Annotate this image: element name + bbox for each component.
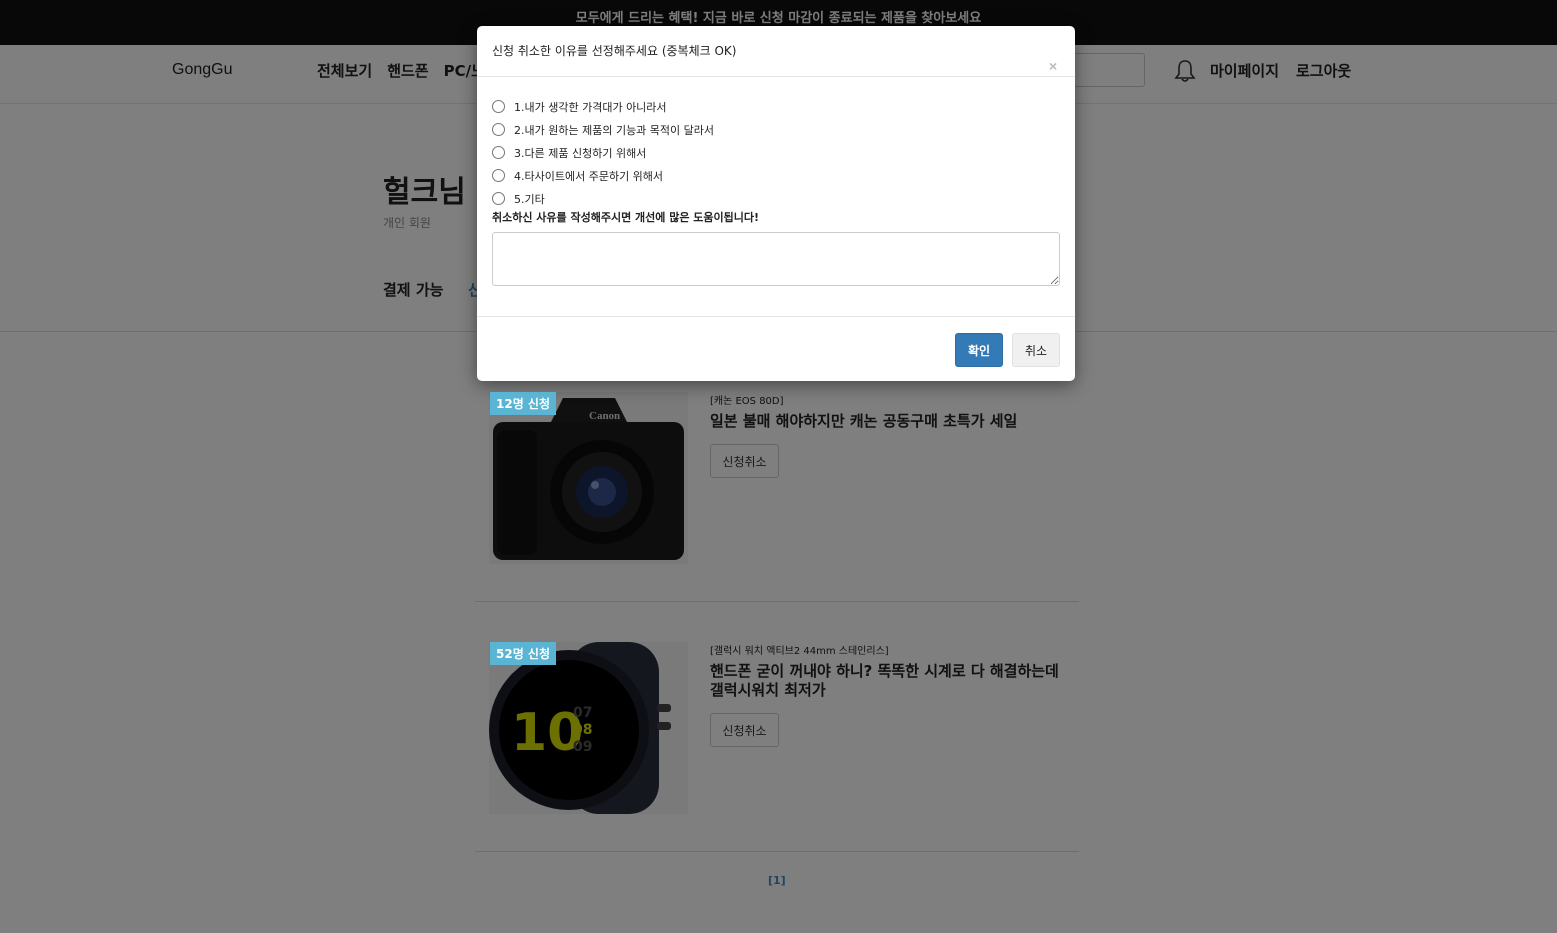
reason-radio-5[interactable]: [492, 192, 505, 205]
reason-text-label: 취소하신 사유를 작성해주시면 개선에 많은 도움이됩니다!: [492, 211, 760, 224]
reason-label-2: 2.내가 원하는 제품의 기능과 목적이 달라서: [514, 123, 715, 137]
modal-footer: 확인 취소: [477, 316, 1075, 381]
reason-textarea[interactable]: [492, 232, 1060, 286]
reason-option-5[interactable]: 5.기타: [492, 187, 714, 210]
reason-label-3: 3.다른 제품 신청하기 위해서: [514, 146, 647, 160]
close-icon[interactable]: ×: [1049, 58, 1057, 74]
reason-radio-2[interactable]: [492, 123, 505, 136]
applicant-badge: 52명 신청: [490, 642, 556, 665]
modal-title: 신청 취소한 이유를 선정해주세요 (중복체크 OK): [492, 44, 737, 58]
reason-option-3[interactable]: 3.다른 제품 신청하기 위해서: [492, 141, 714, 164]
reason-label-1: 1.내가 생각한 가격대가 아니라서: [514, 100, 667, 114]
reason-radio-4[interactable]: [492, 169, 505, 182]
confirm-button[interactable]: 확인: [955, 333, 1003, 367]
reason-options: 1.내가 생각한 가격대가 아니라서 2.내가 원하는 제품의 기능과 목적이 …: [492, 95, 714, 210]
modal-header: 신청 취소한 이유를 선정해주세요 (중복체크 OK) ×: [477, 26, 1075, 77]
reason-option-2[interactable]: 2.내가 원하는 제품의 기능과 목적이 달라서: [492, 118, 714, 141]
reason-radio-3[interactable]: [492, 146, 505, 159]
cancel-button[interactable]: 취소: [1012, 333, 1060, 367]
reason-label-4: 4.타사이트에서 주문하기 위해서: [514, 169, 664, 183]
cancel-reason-modal: 신청 취소한 이유를 선정해주세요 (중복체크 OK) × 1.내가 생각한 가…: [477, 26, 1075, 381]
reason-option-1[interactable]: 1.내가 생각한 가격대가 아니라서: [492, 95, 714, 118]
reason-label-5: 5.기타: [514, 192, 545, 206]
applicant-badge: 12명 신청: [490, 392, 556, 415]
reason-option-4[interactable]: 4.타사이트에서 주문하기 위해서: [492, 164, 714, 187]
reason-radio-1[interactable]: [492, 100, 505, 113]
